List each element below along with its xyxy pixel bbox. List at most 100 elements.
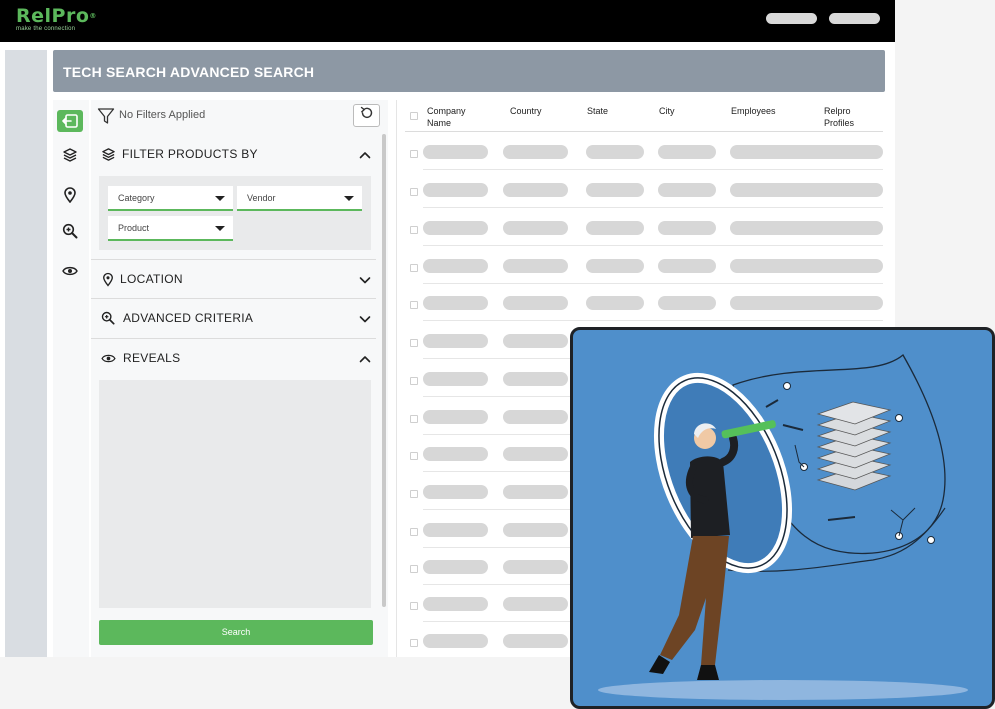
table-cell-placeholder — [503, 296, 568, 310]
eye-icon[interactable] — [57, 260, 83, 282]
zoom-in-icon — [100, 310, 116, 326]
section-location[interactable]: LOCATION — [91, 259, 376, 299]
hero-illustration — [570, 327, 995, 709]
vendor-dropdown[interactable]: Vendor — [237, 186, 362, 211]
table-cell-placeholder — [821, 183, 883, 197]
row-checkbox[interactable] — [410, 377, 418, 385]
table-cell-placeholder — [503, 447, 568, 461]
nav-icon-column — [53, 100, 89, 657]
brand-logo[interactable]: RelPro® make the connection — [16, 6, 97, 32]
eye-icon — [100, 350, 116, 366]
reset-icon — [360, 106, 374, 125]
table-cell-placeholder — [423, 372, 488, 386]
table-row-divider — [423, 283, 883, 284]
table-cell-placeholder — [423, 183, 488, 197]
page-header: TECH SEARCH ADVANCED SEARCH — [53, 50, 885, 92]
top-bar-placeholder-2[interactable] — [829, 13, 880, 24]
map-pin-icon[interactable] — [57, 184, 83, 206]
table-cell-placeholder — [503, 634, 568, 648]
table-cell-placeholder — [423, 221, 488, 235]
caret-down-icon — [215, 196, 225, 201]
row-checkbox[interactable] — [410, 301, 418, 309]
top-bar-placeholder-1[interactable] — [766, 13, 817, 24]
filter-panel-scrollbar[interactable] — [382, 134, 386, 607]
chevron-down-icon[interactable] — [359, 312, 371, 324]
chevron-down-icon[interactable] — [359, 273, 371, 285]
column-header-company-line1: Company — [427, 106, 466, 116]
row-checkbox[interactable] — [410, 339, 418, 347]
column-header-state[interactable]: State — [587, 105, 608, 117]
row-checkbox[interactable] — [410, 490, 418, 498]
section-filter-products[interactable]: FILTER PRODUCTS BY — [91, 135, 376, 175]
table-cell-placeholder — [503, 183, 568, 197]
filter-status-bar: No Filters Applied — [91, 100, 388, 132]
table-cell-placeholder — [658, 145, 716, 159]
column-header-profiles[interactable]: Relpro Profiles — [824, 105, 854, 129]
row-checkbox[interactable] — [410, 565, 418, 573]
row-checkbox[interactable] — [410, 452, 418, 460]
table-cell-placeholder — [423, 485, 488, 499]
table-cell-placeholder — [586, 259, 644, 273]
table-cell-placeholder — [658, 183, 716, 197]
row-checkbox[interactable] — [410, 528, 418, 536]
table-row-divider — [423, 320, 883, 321]
row-checkbox[interactable] — [410, 264, 418, 272]
column-header-employees[interactable]: Employees — [731, 105, 776, 117]
stacked-layers — [816, 401, 892, 491]
product-filter-box: Category Vendor Product — [99, 176, 371, 250]
row-checkbox[interactable] — [410, 602, 418, 610]
table-cell-placeholder — [423, 410, 488, 424]
table-cell-placeholder — [503, 523, 568, 537]
zoom-in-icon[interactable] — [57, 220, 83, 242]
table-cell-placeholder — [586, 221, 644, 235]
table-cell-placeholder — [423, 447, 488, 461]
column-header-company-line2: Name — [427, 118, 452, 128]
vendor-label: Vendor — [247, 193, 276, 203]
section-reveals[interactable]: REVEALS — [91, 339, 376, 379]
category-dropdown[interactable]: Category — [108, 186, 233, 211]
table-cell-placeholder — [503, 334, 568, 348]
row-checkbox[interactable] — [410, 415, 418, 423]
chevron-up-icon[interactable] — [359, 148, 371, 160]
column-header-city[interactable]: City — [659, 105, 675, 117]
telescope-person-illustration — [598, 354, 968, 700]
chevron-up-icon[interactable] — [359, 352, 371, 364]
table-cell-placeholder — [423, 145, 488, 159]
table-cell-placeholder — [821, 259, 883, 273]
row-checkbox[interactable] — [410, 150, 418, 158]
table-cell-placeholder — [503, 372, 568, 386]
table-cell-placeholder — [423, 296, 488, 310]
row-checkbox[interactable] — [410, 188, 418, 196]
row-checkbox[interactable] — [410, 226, 418, 234]
table-cell-placeholder — [423, 634, 488, 648]
layers-icon[interactable] — [57, 144, 83, 166]
product-label: Product — [118, 223, 150, 233]
exit-icon[interactable] — [57, 110, 83, 132]
column-header-country[interactable]: Country — [510, 105, 542, 117]
table-cell-placeholder — [503, 259, 568, 273]
filter-panel: No Filters Applied FILTER PRODUCTS BY Ca… — [91, 100, 388, 657]
search-button[interactable]: Search — [99, 620, 373, 645]
table-header-divider — [405, 131, 883, 132]
table-cell-placeholder — [586, 145, 644, 159]
table-cell-placeholder — [821, 296, 883, 310]
reveals-box — [99, 380, 371, 608]
table-cell-placeholder — [658, 259, 716, 273]
product-dropdown[interactable]: Product — [108, 216, 233, 241]
page-title: TECH SEARCH ADVANCED SEARCH — [63, 64, 315, 80]
table-cell-placeholder — [423, 334, 488, 348]
column-header-company[interactable]: Company Name — [427, 105, 466, 129]
column-header-profiles-line2: Profiles — [824, 118, 855, 128]
table-cell-placeholder — [586, 296, 644, 310]
row-checkbox[interactable] — [410, 639, 418, 647]
table-row-divider — [423, 207, 883, 208]
section-title-reveals: REVEALS — [123, 351, 181, 365]
section-advanced-criteria[interactable]: ADVANCED CRITERIA — [91, 299, 376, 339]
section-title-advanced-criteria: ADVANCED CRITERIA — [123, 311, 254, 325]
select-all-checkbox[interactable] — [410, 112, 418, 120]
reset-filters-button[interactable] — [353, 104, 380, 127]
table-cell-placeholder — [503, 221, 568, 235]
table-cell-placeholder — [503, 410, 568, 424]
table-cell-placeholder — [423, 560, 488, 574]
left-rail — [5, 50, 47, 657]
